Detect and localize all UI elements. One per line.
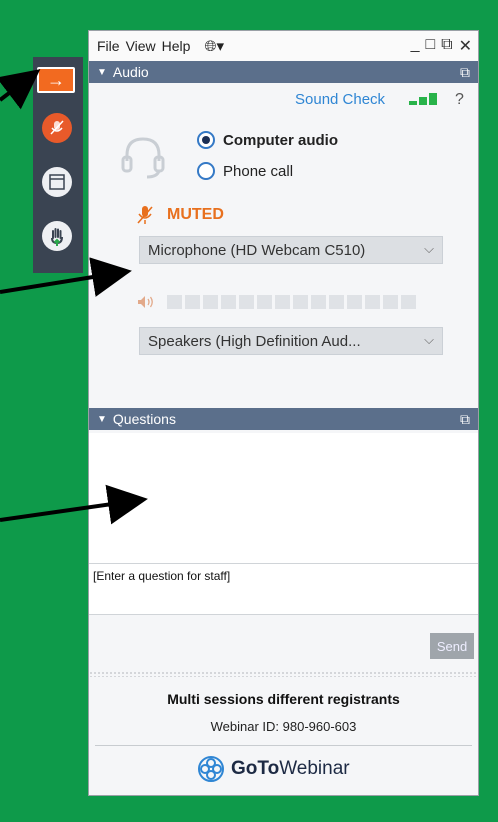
arrow-to-toolbar — [0, 69, 41, 110]
arrow-to-microphone — [0, 257, 132, 297]
annotation-arrows — [0, 69, 148, 525]
arrow-to-questions — [0, 484, 148, 525]
